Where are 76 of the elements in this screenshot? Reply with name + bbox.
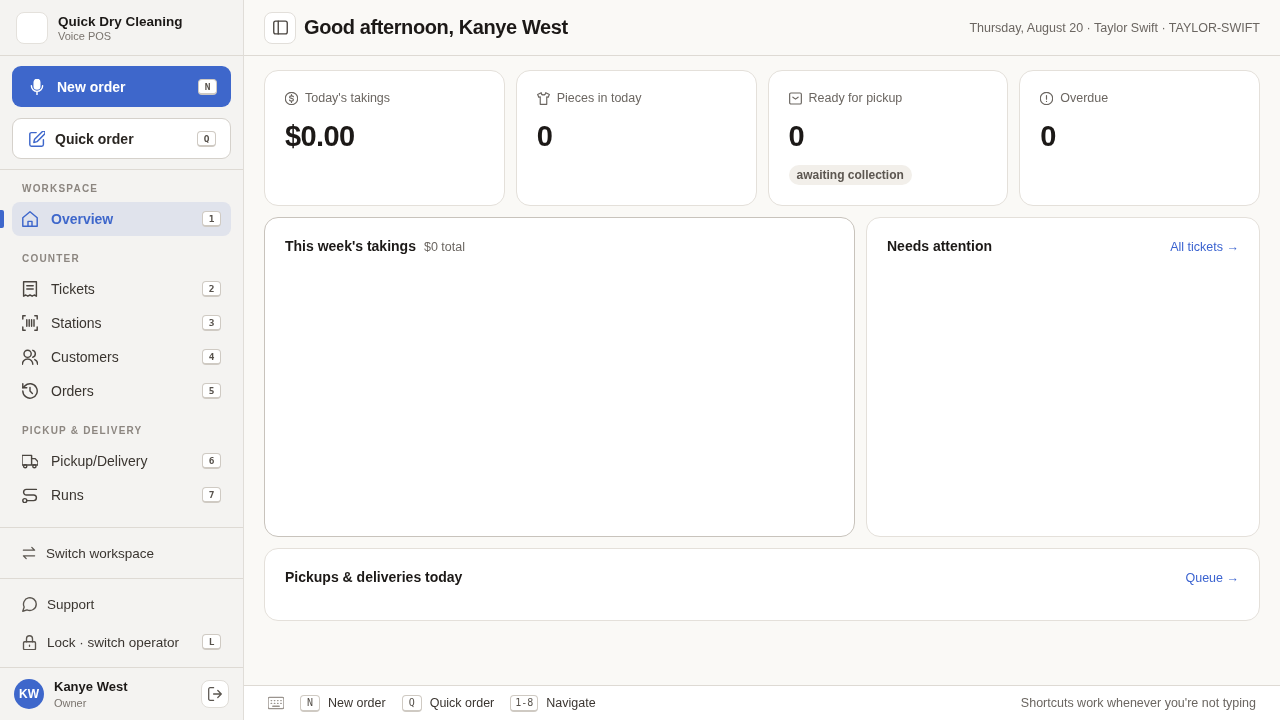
route-icon <box>22 487 38 503</box>
stat-label: Overdue <box>1060 91 1109 105</box>
shirt-icon <box>536 91 550 105</box>
greeting-title: Good afternoon, Kanye West <box>304 16 568 39</box>
stat-label: Today's takings <box>305 91 391 105</box>
shortcut-key: N <box>198 78 217 95</box>
users-icon <box>22 349 38 365</box>
truck-icon <box>22 453 38 469</box>
user-role: Owner <box>54 697 88 709</box>
tray-icon <box>788 91 802 105</box>
quick-order-button[interactable]: Quick order Q <box>12 118 231 159</box>
panel-title: Pickups & deliveries today <box>285 569 463 585</box>
barcode-scan-icon <box>22 315 38 331</box>
avatar: KW <box>14 679 44 709</box>
logout-button[interactable] <box>201 680 229 708</box>
shortcut-key: 1-8 <box>510 694 539 712</box>
section-heading: COUNTER <box>21 252 81 266</box>
section-heading: WORKSPACE <box>21 182 100 196</box>
panel-note: $0 total <box>423 240 465 254</box>
support-link[interactable]: Support <box>12 586 231 622</box>
shortcut-label: Quick order <box>429 696 495 710</box>
nav-item[interactable]: Orders 5 <box>12 374 231 408</box>
date-context: Thursday, August 20 · Taylor Swift · TAYLOR-SWIFT <box>969 20 1260 35</box>
home-icon <box>22 211 38 227</box>
logout-icon <box>208 687 222 701</box>
stat-label: Pieces in today <box>556 91 642 105</box>
shortcut-key: N <box>300 694 320 712</box>
active-indicator <box>0 210 4 228</box>
panel-title: Needs attention <box>887 238 992 254</box>
nav-item[interactable]: Tickets 2 <box>12 272 231 306</box>
shortcut-key: Q <box>197 130 216 147</box>
lock-button[interactable]: Lock · switch operator L <box>12 624 231 660</box>
shortcut-key: 1 <box>202 211 221 227</box>
shortcut-key: 7 <box>202 487 221 503</box>
logo-icon <box>16 11 48 44</box>
nav-item[interactable]: Customers 4 <box>12 340 231 374</box>
swap-arrows-icon <box>22 546 36 560</box>
app-subtitle: Voice POS <box>58 29 113 42</box>
mic-icon <box>29 78 45 95</box>
stat-value: 0 <box>536 119 553 153</box>
section-heading: PICKUP & DELIVERY <box>21 424 144 438</box>
shortcut-key: 4 <box>202 349 221 365</box>
nav-item[interactable]: Stations 3 <box>12 306 231 340</box>
panel-title: This week's takings <box>285 238 416 254</box>
shortcuts-hint: Shortcuts work whenever you're not typing <box>1020 696 1256 710</box>
sidebar-toggle-button[interactable] <box>264 11 296 44</box>
nav-item[interactable]: Runs 7 <box>12 478 231 512</box>
nav-item[interactable]: Overview 1 <box>12 202 231 236</box>
shortcut-key: 3 <box>202 315 221 331</box>
shortcut-label: Navigate <box>546 696 596 710</box>
shortcut-key: 5 <box>202 383 221 399</box>
all-tickets-link[interactable]: All tickets → <box>1170 240 1239 254</box>
shortcut-key: 2 <box>202 281 221 297</box>
history-icon <box>22 383 38 399</box>
stat-value: 0 <box>788 119 805 153</box>
stat-label: Ready for pickup <box>808 91 903 105</box>
stat-value: 0 <box>1040 119 1056 153</box>
business-name: Quick Dry Cleaning <box>58 13 183 29</box>
shortcut-label: New order <box>328 696 386 710</box>
lock-icon <box>22 634 37 650</box>
receipt-icon <box>22 281 38 297</box>
shortcut-key: L <box>202 634 221 650</box>
shortcut-key: Q <box>401 694 422 712</box>
chat-bubble-icon <box>22 596 37 612</box>
new-order-button[interactable]: New order N <box>12 66 231 107</box>
queue-link[interactable]: Queue → <box>1185 571 1239 585</box>
keyboard-icon <box>268 695 284 711</box>
status-tag: awaiting collection <box>788 165 912 185</box>
stat-value: $0.00 <box>285 119 355 153</box>
shortcut-key: 6 <box>202 453 221 469</box>
switch-workspace-button[interactable]: Switch workspace <box>22 545 155 561</box>
nav-item[interactable]: Pickup/Delivery 6 <box>12 444 231 478</box>
sidebar-toggle-icon <box>272 20 288 35</box>
user-name: Kanye West <box>54 679 128 694</box>
edit-icon <box>29 130 45 147</box>
dollar-circle-icon <box>285 91 298 105</box>
